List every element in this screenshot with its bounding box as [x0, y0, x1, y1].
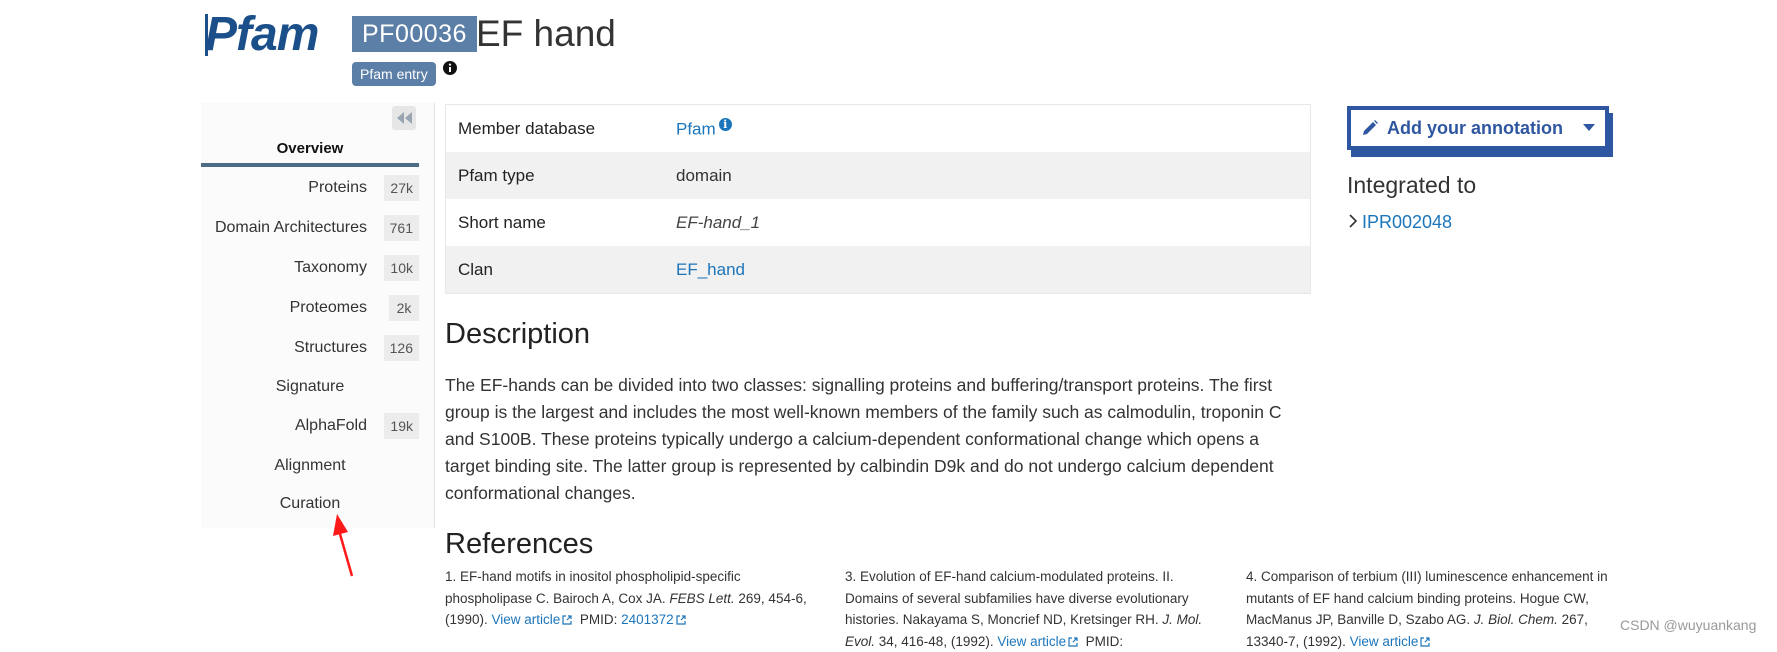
- sidebar-item-label: Taxonomy: [294, 259, 367, 276]
- count-badge: 126: [383, 335, 419, 361]
- double-chevron-left-icon: [397, 112, 412, 124]
- external-link-icon: [562, 615, 572, 625]
- sidebar-item-domain-architectures[interactable]: Domain Architectures 761: [201, 215, 419, 243]
- count-badge: 2k: [389, 295, 419, 321]
- sidebar-item-signature[interactable]: Signature: [201, 374, 419, 402]
- sidebar-item-taxonomy[interactable]: Taxonomy 10k: [201, 255, 419, 283]
- description-text: The EF-hands can be divided into two cla…: [445, 375, 1282, 503]
- member-database-link[interactable]: Pfam: [676, 119, 716, 138]
- external-link-icon: [1420, 636, 1430, 647]
- row-value: EF_hand: [664, 246, 1311, 294]
- table-row: Clan EF_hand: [445, 246, 1311, 294]
- count-badge: 19k: [384, 413, 419, 439]
- add-annotation-button[interactable]: Add your annotation: [1347, 106, 1609, 150]
- sidebar-item-alignment[interactable]: Alignment: [201, 453, 419, 481]
- integrated-title: Integrated to: [1347, 172, 1477, 198]
- integrated-entry[interactable]: IPR002048: [1347, 212, 1452, 233]
- table-row: Member database Pfam i: [446, 105, 1311, 153]
- chevron-right-icon: [1349, 214, 1358, 228]
- sidebar-item-label: Curation: [279, 495, 341, 512]
- external-link-icon: [1068, 636, 1078, 647]
- info-icon[interactable]: i: [718, 117, 732, 131]
- pmid-link[interactable]: 2401372: [621, 612, 674, 627]
- row-value: Pfam i: [664, 105, 1311, 153]
- pencil-icon: [1363, 120, 1378, 135]
- sidebar-item-label: Proteins: [308, 179, 367, 196]
- row-key: Pfam type: [445, 152, 664, 199]
- section-title-description: Description: [445, 318, 591, 350]
- count-badge: 10k: [384, 255, 419, 281]
- view-article-link[interactable]: View article: [492, 612, 561, 627]
- row-value: EF-hand_1: [676, 212, 761, 232]
- reference-item: 1. EF-hand motifs in inositol phospholip…: [445, 566, 825, 631]
- view-article-link[interactable]: View article: [1350, 634, 1419, 649]
- row-key: Clan: [445, 246, 664, 294]
- clan-link[interactable]: EF_hand: [676, 260, 745, 279]
- reference-item: 4. Comparison of terbium (III) luminesce…: [1246, 566, 1626, 652]
- row-key: Member database: [458, 118, 596, 138]
- count-badge: 761: [383, 215, 419, 241]
- entry-type-tag: Pfam entry: [352, 62, 436, 86]
- entry-info-table: Member database Pfam i Pfam type domain S…: [445, 104, 1311, 294]
- sidebar-item-label: AlphaFold: [294, 417, 367, 434]
- reference-citation: 34, 416-48, (1992).: [875, 633, 998, 649]
- sidebar-item-label: Proteomes: [289, 299, 367, 316]
- sidebar-item-proteomes[interactable]: Proteomes 2k: [201, 295, 419, 323]
- count-badge: 27k: [384, 175, 419, 201]
- pmid-label: PMID:: [579, 612, 622, 627]
- sidebar-item-label: Alignment: [274, 457, 346, 474]
- sidebar-item-curation[interactable]: Curation: [201, 491, 419, 519]
- journal-name: J. Biol. Chem.: [1473, 612, 1558, 627]
- active-tab-indicator: [201, 163, 419, 167]
- view-article-link[interactable]: View article: [997, 634, 1066, 649]
- pmid-label: PMID:: [1085, 633, 1124, 649]
- accession-badge: PF00036: [352, 16, 477, 52]
- sidebar-item-alphafold[interactable]: AlphaFold 19k: [201, 413, 419, 441]
- caret-down-icon: [1583, 124, 1595, 131]
- journal-name: FEBS Lett.: [669, 590, 735, 606]
- reference-item: 3. Evolution of EF-hand calcium-modulate…: [845, 566, 1225, 652]
- external-link-icon: [676, 615, 686, 625]
- row-key: Short name: [458, 212, 546, 232]
- watermark: CSDN @wuyuankang: [1620, 617, 1757, 633]
- sidebar-item-proteins[interactable]: Proteins 27k: [201, 175, 419, 203]
- sidebar-item-label: Domain Architectures: [214, 219, 367, 236]
- info-icon[interactable]: [442, 60, 458, 76]
- table-row: Short name EF-hand_1: [446, 199, 1311, 246]
- sidebar-divider: [434, 103, 435, 528]
- reference-text: 3. Evolution of EF-hand calcium-modulate…: [845, 569, 1189, 627]
- pfam-logo-text: Pfam: [205, 8, 318, 61]
- section-title-references: References: [445, 528, 594, 560]
- red-arrow-annotation: [333, 514, 354, 577]
- collapse-sidebar-button[interactable]: [392, 106, 416, 130]
- page-title: EF hand: [476, 13, 616, 54]
- tab-overview[interactable]: Overview: [201, 140, 419, 157]
- pfam-logo[interactable]: Pfam: [205, 6, 345, 62]
- add-annotation-label: Add your annotation: [1387, 117, 1563, 138]
- sidebar-item-structures[interactable]: Structures 126: [201, 335, 419, 363]
- sidebar-item-label: Signature: [275, 378, 345, 395]
- row-value: domain: [664, 152, 1311, 199]
- table-row: Pfam type domain: [445, 152, 1311, 199]
- sidebar-item-label: Structures: [294, 339, 367, 356]
- interpro-link[interactable]: IPR002048: [1362, 212, 1452, 232]
